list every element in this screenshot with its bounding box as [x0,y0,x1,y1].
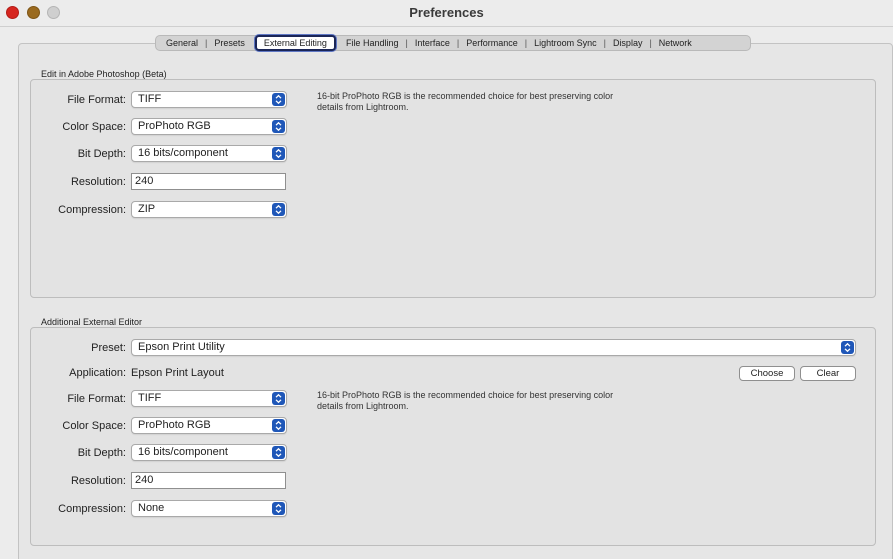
chevron-updown-icon [272,419,285,432]
chevron-updown-icon [272,392,285,405]
preset-value: Epson Print Utility [138,341,225,353]
tab-file-handling[interactable]: File Handling [344,36,401,50]
chevron-updown-icon [272,147,285,160]
bit-depth-value: 16 bits/component [138,147,228,159]
tab-separator: | [205,38,208,48]
chevron-updown-icon [841,341,854,354]
bit-depth-popup[interactable]: 16 bits/component [131,145,287,162]
color-space-popup[interactable]: ProPhoto RGB [131,118,287,135]
resolution-input[interactable]: 240 [131,472,286,489]
tab-external-editing[interactable]: External Editing [254,35,336,51]
preset-popup[interactable]: Epson Print Utility [131,339,856,356]
file-format-popup[interactable]: TIFF [131,91,287,108]
file-format-value: TIFF [138,392,162,404]
tab-separator: | [524,38,528,48]
tab-separator: | [649,38,652,48]
tab-separator: | [456,38,460,48]
tab-presets[interactable]: Presets [212,36,247,50]
chevron-updown-icon [272,502,285,515]
color-space-popup[interactable]: ProPhoto RGB [131,417,287,434]
compression-popup[interactable]: ZIP [131,201,287,218]
bit-depth-label: Bit Depth: [77,148,126,160]
compression-value: ZIP [138,203,156,215]
additional-hint-text: 16-bit ProPhoto RGB is the recommended c… [317,390,614,411]
file-format-label: File Format: [67,393,126,405]
tab-network[interactable]: Network [657,36,694,50]
tab-separator: | [405,38,408,48]
chevron-updown-icon [272,203,285,216]
chevron-updown-icon [272,446,285,459]
additional-editor-section-title: Additional External Editor [41,317,143,327]
chevron-updown-icon [272,93,285,106]
tab-performance[interactable]: Performance [464,36,520,50]
choose-button[interactable]: Choose [739,366,795,381]
file-format-label: File Format: [67,94,126,106]
bit-depth-value: 16 bits/component [138,446,228,458]
file-format-value: TIFF [138,93,162,105]
window-title: Preferences [409,5,484,20]
compression-label: Compression: [58,204,126,216]
tab-bar: General | Presets External Editing File … [155,35,751,51]
compression-value: None [138,502,165,514]
color-space-label: Color Space: [62,121,126,133]
resolution-input[interactable]: 240 [131,173,286,190]
color-space-value: ProPhoto RGB [138,120,211,132]
tab-display[interactable]: Display [611,36,645,50]
title-bar: Preferences [0,0,893,27]
chevron-updown-icon [272,120,285,133]
bit-depth-label: Bit Depth: [77,447,126,459]
application-value: Epson Print Layout [131,367,224,379]
resolution-label: Resolution: [70,475,126,487]
bit-depth-popup[interactable]: 16 bits/component [131,444,287,461]
color-space-value: ProPhoto RGB [138,419,211,431]
color-space-label: Color Space: [62,420,126,432]
resolution-label: Resolution: [70,176,126,188]
photoshop-section-title: Edit in Adobe Photoshop (Beta) [41,69,167,79]
compression-label: Compression: [58,503,126,515]
tab-interface[interactable]: Interface [413,36,452,50]
file-format-popup[interactable]: TIFF [131,390,287,407]
preset-label: Preset: [91,342,126,354]
tab-separator: | [603,38,606,48]
tab-general[interactable]: General [164,36,200,50]
photoshop-hint-text: 16-bit ProPhoto RGB is the recommended c… [317,91,614,112]
application-label: Application: [69,367,126,379]
clear-button[interactable]: Clear [800,366,856,381]
compression-popup[interactable]: None [131,500,287,517]
tab-lightroom-sync[interactable]: Lightroom Sync [532,36,599,50]
